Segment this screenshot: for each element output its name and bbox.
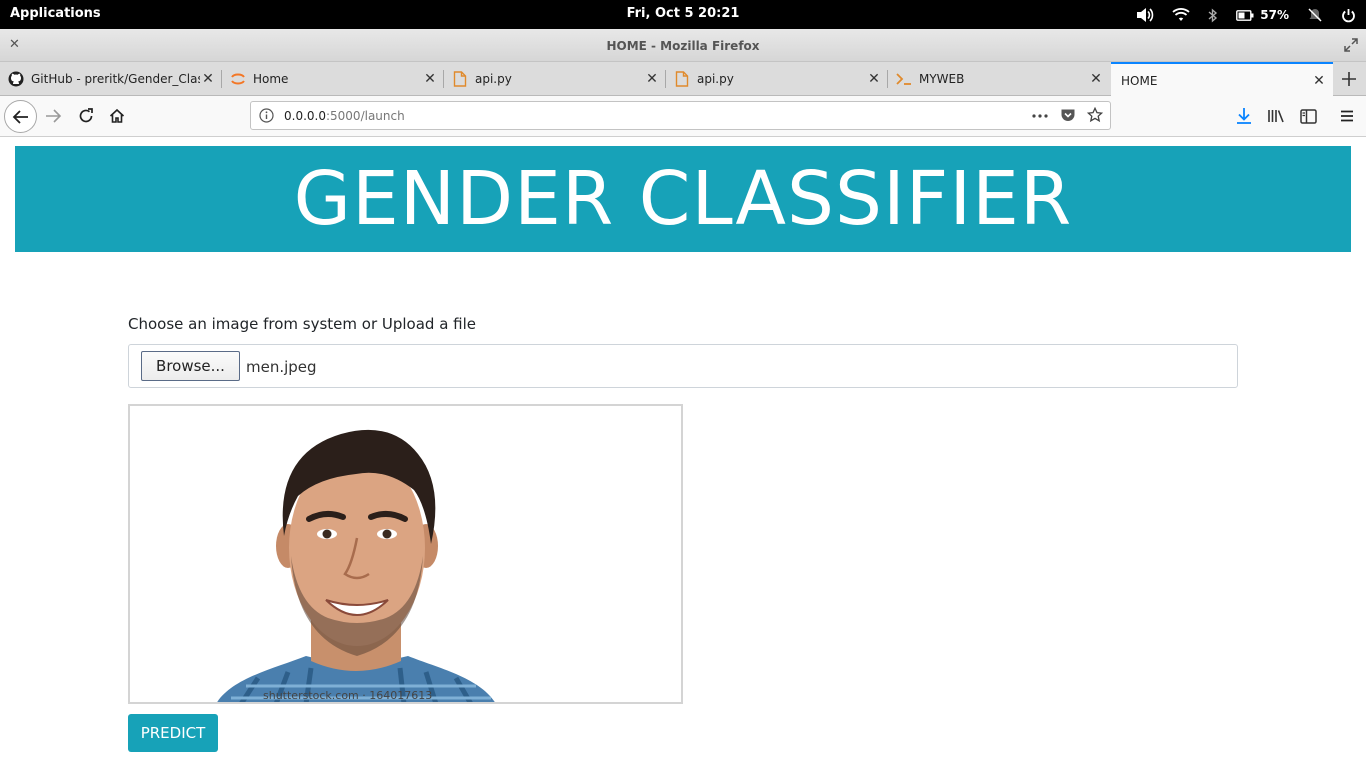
downloads-button[interactable] (1234, 106, 1254, 126)
url-text[interactable]: 0.0.0.0:5000/launch (284, 109, 405, 123)
applications-menu[interactable]: Applications (10, 6, 101, 21)
power-icon[interactable] (1341, 5, 1356, 25)
volume-icon[interactable] (1136, 5, 1154, 25)
new-tab-button[interactable] (1332, 62, 1366, 96)
tab-label: GitHub - preritk/Gender_Classifier (31, 72, 200, 86)
tab-strip: GitHub - preritk/Gender_Classifier ✕ Hom… (0, 62, 1366, 97)
image-preview: shutterstock.com · 164017613 (128, 404, 683, 704)
home-button[interactable] (107, 106, 127, 126)
system-tray[interactable]: 57% (1118, 5, 1356, 25)
battery-indicator[interactable]: 57% (1236, 5, 1289, 25)
notifications-off-icon[interactable] (1307, 5, 1323, 25)
tab-label: MYWEB (919, 72, 965, 86)
terminal-icon (896, 71, 912, 87)
tab-close-icon[interactable]: ✕ (644, 71, 660, 87)
tab-github[interactable]: GitHub - preritk/Gender_Classifier ✕ (0, 62, 222, 96)
maximize-icon[interactable] (1344, 37, 1358, 56)
hamburger-icon (1341, 110, 1353, 122)
download-icon (1237, 108, 1251, 124)
home-icon (109, 108, 125, 123)
tab-api-py-2[interactable]: api.py ✕ (666, 62, 888, 96)
window-title: HOME - Mozilla Firefox (606, 39, 760, 53)
page-title: GENDER CLASSIFIER (293, 156, 1073, 242)
url-bar[interactable]: 0.0.0.0:5000/launch (250, 101, 1111, 130)
forward-button[interactable] (43, 106, 63, 126)
tab-label: HOME (1121, 73, 1158, 88)
battery-icon (1236, 9, 1254, 21)
tab-home-active[interactable]: HOME ✕ (1111, 62, 1333, 97)
tab-close-icon[interactable]: ✕ (422, 71, 438, 87)
reload-button[interactable] (76, 106, 96, 126)
tab-label: api.py (697, 72, 734, 86)
tab-close-icon[interactable]: ✕ (1088, 71, 1104, 87)
tab-close-icon[interactable]: ✕ (200, 71, 216, 87)
tab-label: api.py (475, 72, 512, 86)
tab-home-jupyter[interactable]: Home ✕ (222, 62, 444, 96)
reload-icon (79, 108, 93, 123)
file-icon (452, 71, 468, 87)
info-icon[interactable] (259, 108, 274, 126)
url-path: :5000/launch (325, 109, 405, 123)
github-icon (8, 71, 24, 87)
back-button[interactable] (4, 100, 37, 133)
url-host: 0.0.0.0 (284, 109, 326, 123)
browse-button[interactable]: Browse... (141, 351, 240, 381)
header-banner: GENDER CLASSIFIER (15, 146, 1351, 252)
wifi-icon[interactable] (1172, 5, 1190, 25)
arrow-left-icon (12, 109, 28, 124)
page-actions-icon[interactable] (1031, 108, 1049, 127)
tab-close-icon[interactable]: ✕ (866, 71, 882, 87)
menu-button[interactable] (1337, 106, 1357, 126)
window-title-bar: ✕ HOME - Mozilla Firefox (0, 29, 1366, 62)
library-button[interactable] (1266, 106, 1286, 126)
tab-api-py-1[interactable]: api.py ✕ (444, 62, 666, 96)
system-top-bar: Applications Fri, Oct 5 20:21 57% (0, 0, 1366, 29)
predict-button[interactable]: PREDICT (128, 714, 218, 752)
navigation-toolbar: 0.0.0.0:5000/launch (0, 96, 1366, 137)
image-watermark: shutterstock.com · 164017613 (263, 689, 433, 702)
file-input-label: Choose an image from system or Upload a … (128, 315, 477, 333)
tab-label: Home (253, 72, 289, 86)
bluetooth-icon[interactable] (1208, 5, 1218, 25)
pocket-icon[interactable] (1060, 107, 1076, 126)
plus-icon (1342, 72, 1356, 86)
tab-myweb[interactable]: MYWEB ✕ (888, 62, 1110, 96)
battery-percent: 57% (1260, 8, 1289, 22)
page-content: GENDER CLASSIFIER Choose an image from s… (0, 137, 1366, 768)
file-icon (674, 71, 690, 87)
library-icon (1268, 110, 1284, 123)
sidebar-button[interactable] (1298, 106, 1318, 126)
bookmark-star-icon[interactable] (1086, 106, 1104, 126)
tab-close-icon[interactable]: ✕ (1311, 73, 1327, 89)
sidebar-icon (1299, 108, 1317, 124)
selected-file-name: men.jpeg (246, 358, 317, 376)
file-input[interactable]: Browse... men.jpeg (128, 344, 1238, 388)
uploaded-photo (146, 406, 566, 702)
arrow-right-icon (46, 109, 62, 123)
jupyter-icon (230, 71, 246, 87)
